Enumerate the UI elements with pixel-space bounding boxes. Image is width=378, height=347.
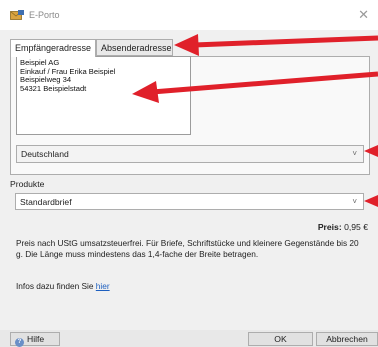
chevron-down-icon: ˅ <box>352 197 357 206</box>
annotation-arrow-tab <box>174 34 378 56</box>
help-label: Hilfe <box>27 334 45 344</box>
tab-absenderadresse[interactable]: Absenderadresse <box>96 39 173 56</box>
chevron-down-icon: ˅ <box>352 149 357 158</box>
info-link[interactable]: hier <box>96 281 110 291</box>
ok-button[interactable]: OK <box>248 332 313 346</box>
product-info-text: Preis nach UStG umsatzsteuerfrei. Für Br… <box>16 238 359 259</box>
help-icon: ? <box>15 338 24 347</box>
envelope-stamp-icon <box>10 10 24 20</box>
info-hint-prefix: Infos dazu finden Sie <box>16 281 96 291</box>
product-dropdown[interactable]: Standardbrief ˅ <box>15 193 364 210</box>
country-value: Deutschland <box>21 149 69 159</box>
annotation-arrow-country <box>364 145 378 157</box>
price-value: 0,95 € <box>344 222 368 232</box>
annotation-arrow-product <box>364 195 378 207</box>
price-label: Preis: <box>317 222 342 232</box>
tab-empfaengeradresse[interactable]: Empfängeradresse <box>10 39 96 57</box>
window-title: E-Porto <box>29 10 60 20</box>
products-label: Produkte <box>10 179 45 189</box>
close-icon[interactable]: ✕ <box>358 7 369 23</box>
annotation-arrow-address <box>132 71 378 103</box>
price: Preis: 0,95 € <box>318 222 368 232</box>
info-hint: Infos dazu finden Sie hier <box>16 281 110 291</box>
cancel-button[interactable]: Abbrechen <box>316 332 378 346</box>
product-value: Standardbrief <box>20 197 72 207</box>
country-dropdown[interactable]: Deutschland ˅ <box>16 145 364 163</box>
help-button[interactable]: ? Hilfe <box>10 332 60 347</box>
